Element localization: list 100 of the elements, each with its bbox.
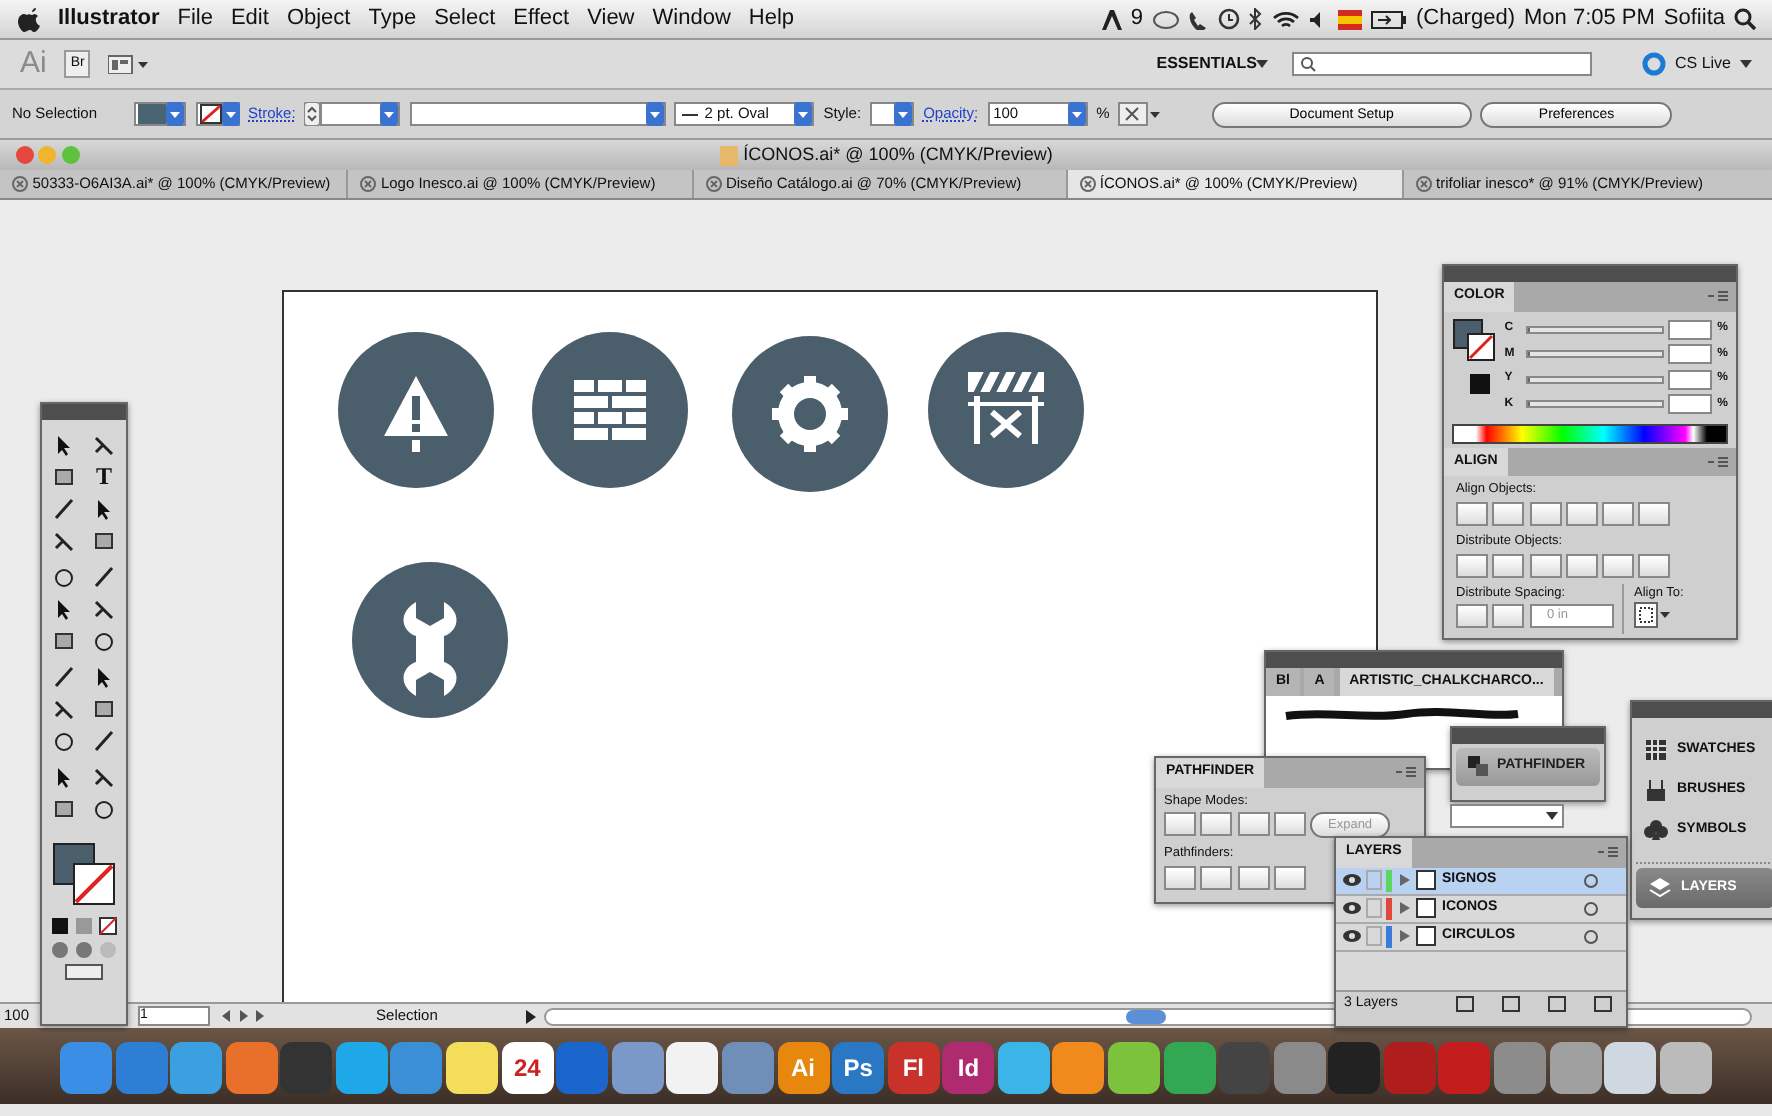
menu-item[interactable]: Effect	[513, 2, 570, 36]
tool-icon[interactable]	[52, 729, 76, 751]
phone-icon[interactable]	[1188, 9, 1209, 29]
clipping-mask-icon[interactable]	[1502, 996, 1520, 1012]
tool-icon[interactable]	[92, 497, 116, 519]
align-button[interactable]	[1492, 501, 1525, 526]
workspace-switcher[interactable]: ESSENTIALS	[1156, 52, 1257, 76]
dock-icon[interactable]	[1052, 1042, 1105, 1094]
expand-triangle-icon[interactable]	[1400, 874, 1410, 886]
pathfinder-button[interactable]	[1164, 866, 1196, 890]
menu-item[interactable]: File	[177, 2, 213, 36]
channel-value-field[interactable]	[1668, 369, 1713, 390]
shape-mode-button[interactable]	[1273, 812, 1306, 837]
stepper-icon[interactable]	[304, 102, 321, 126]
tool-icon[interactable]	[92, 765, 116, 787]
shape-mode-button[interactable]	[1237, 812, 1269, 837]
channel-value-field[interactable]	[1668, 319, 1713, 340]
search-icon[interactable]	[1734, 8, 1756, 30]
screen-mode-icon[interactable]	[64, 964, 104, 980]
visibility-icon[interactable]	[1342, 872, 1362, 888]
chat-icon[interactable]	[1151, 9, 1180, 29]
panel-menu-icon[interactable]	[1708, 290, 1728, 304]
cs-live-menu[interactable]: CS Live	[1674, 52, 1731, 76]
panel-menu-icon[interactable]	[1396, 766, 1416, 780]
stroke-weight-field[interactable]	[320, 102, 401, 126]
tool-icon[interactable]	[92, 529, 116, 551]
recolor-icon[interactable]	[1118, 102, 1163, 126]
tool-icon[interactable]	[52, 565, 76, 587]
tool-icon[interactable]	[92, 597, 116, 619]
close-tab-icon[interactable]	[1079, 176, 1096, 192]
pathfinder-button[interactable]	[1237, 866, 1269, 890]
dock-icon[interactable]: Ps	[832, 1042, 885, 1094]
tool-icon[interactable]	[52, 765, 76, 787]
tool-icon[interactable]	[92, 797, 116, 819]
panel-menu-icon[interactable]	[1598, 846, 1618, 860]
close-tab-icon[interactable]	[360, 176, 377, 192]
clock-text[interactable]: Mon 7:05 PM	[1524, 2, 1655, 36]
tool-icon[interactable]	[52, 597, 76, 619]
channel-value-field[interactable]	[1668, 394, 1713, 415]
adobe-icon[interactable]	[1101, 9, 1122, 29]
dock-icon[interactable]	[997, 1042, 1050, 1094]
visibility-icon[interactable]	[1342, 928, 1362, 944]
bluetooth-icon[interactable]	[1248, 8, 1263, 30]
distribute-button[interactable]	[1638, 553, 1671, 577]
menu-item[interactable]: Edit	[230, 2, 269, 36]
menu-item[interactable]: Help	[748, 2, 795, 36]
caret-icon[interactable]	[1740, 60, 1752, 68]
panel-menu-icon[interactable]	[1708, 455, 1728, 469]
align-button[interactable]	[1638, 501, 1671, 526]
align-button[interactable]	[1602, 501, 1634, 526]
color-mode-icons[interactable]	[50, 916, 118, 936]
user-name[interactable]: Sofiita	[1663, 2, 1725, 36]
clock-icon[interactable]	[1217, 8, 1240, 30]
distribute-button[interactable]	[1602, 553, 1634, 577]
distribute-button[interactable]	[1529, 553, 1561, 577]
tool-icon[interactable]	[52, 665, 76, 687]
tool-icon[interactable]	[52, 529, 76, 551]
new-layer-icon[interactable]	[1548, 996, 1566, 1012]
expand-triangle-icon[interactable]	[1400, 930, 1410, 942]
close-tab-icon[interactable]	[705, 176, 722, 192]
stroke-color-dropdown[interactable]	[195, 102, 240, 126]
spacing-button[interactable]	[1456, 604, 1488, 629]
tool-icon[interactable]	[52, 697, 76, 719]
menu-item[interactable]: Select	[434, 2, 496, 36]
page-navigation-icon[interactable]	[219, 1008, 268, 1024]
dropdown-arrow-icon[interactable]	[1546, 812, 1558, 820]
search-field[interactable]	[1292, 52, 1593, 76]
fill-stroke-swatches[interactable]	[1452, 317, 1500, 397]
dock-icon[interactable]	[1107, 1042, 1160, 1094]
dock-icon[interactable]	[446, 1042, 499, 1094]
distribute-button[interactable]	[1456, 553, 1488, 577]
tool-icon[interactable]	[52, 497, 76, 519]
expand-triangle-icon[interactable]	[1400, 902, 1410, 914]
type-tool[interactable]: T	[95, 464, 112, 488]
arrange-documents-icon[interactable]	[108, 54, 149, 74]
battery-icon[interactable]	[1370, 9, 1407, 29]
distribute-button[interactable]	[1565, 553, 1598, 577]
color-spectrum[interactable]	[1452, 423, 1728, 443]
scroll-thumb[interactable]	[1126, 1009, 1167, 1023]
tool-icon[interactable]	[92, 629, 116, 651]
caret-icon[interactable]	[1255, 60, 1268, 68]
tool-icon[interactable]	[52, 629, 76, 651]
pathfinder-button[interactable]	[1273, 866, 1306, 890]
pathfinder-button[interactable]	[1200, 866, 1233, 890]
app-menu[interactable]: Illustrator	[58, 2, 160, 36]
align-button[interactable]	[1565, 501, 1598, 526]
dock-icon[interactable]: Id	[942, 1042, 995, 1094]
spacing-button[interactable]	[1492, 604, 1525, 629]
variable-width-dropdown[interactable]	[409, 102, 666, 126]
flag-icon[interactable]	[1337, 9, 1362, 29]
locate-object-icon[interactable]	[1456, 996, 1474, 1012]
menu-item[interactable]: View	[587, 2, 635, 36]
fill-stroke-swatches[interactable]	[50, 840, 118, 908]
dock-icon[interactable]	[666, 1042, 719, 1094]
tool-icon[interactable]	[92, 565, 116, 587]
stroke-dropdown-field[interactable]	[1450, 804, 1564, 828]
close-tab-icon[interactable]	[1415, 176, 1432, 192]
tool-icon[interactable]	[52, 797, 76, 819]
tool-icon[interactable]	[92, 729, 116, 751]
trash-icon[interactable]	[1594, 996, 1612, 1012]
